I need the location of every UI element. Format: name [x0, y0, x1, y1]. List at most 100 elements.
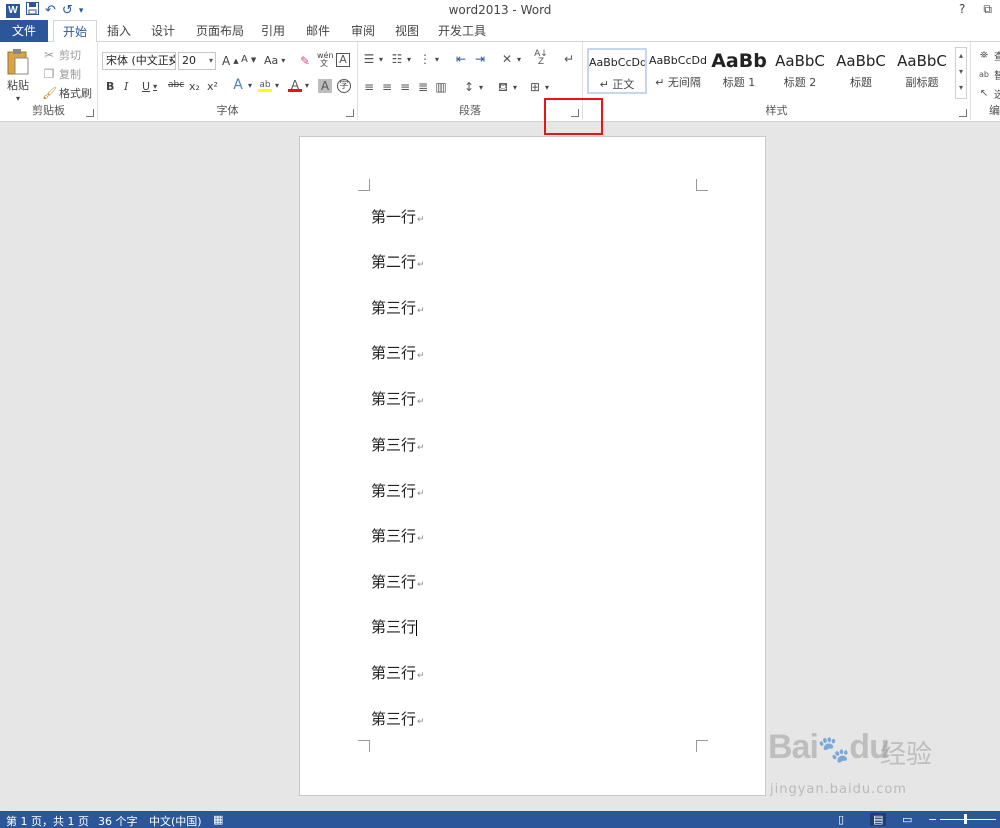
- tab-mailings[interactable]: 邮件: [298, 20, 338, 42]
- font-name-select[interactable]: 宋体 (中文正文 ▾: [102, 52, 176, 70]
- paste-button[interactable]: 粘贴 ▾: [6, 48, 30, 103]
- character-shading-button[interactable]: A: [318, 79, 332, 93]
- character-border-icon: A: [336, 53, 350, 67]
- zoom-slider[interactable]: [940, 819, 996, 820]
- style-title[interactable]: AaBbC 标题: [831, 48, 891, 94]
- tab-page-layout[interactable]: 页面布局: [190, 20, 250, 42]
- cursor-icon: ↖: [979, 87, 989, 99]
- tab-design[interactable]: 设计: [144, 20, 182, 42]
- print-layout-icon[interactable]: ▤: [870, 813, 887, 826]
- character-border-button[interactable]: A: [336, 53, 350, 67]
- style-subtitle[interactable]: AaBbC 副标题: [892, 48, 952, 94]
- phonetic-guide-button[interactable]: wén 文: [317, 52, 334, 68]
- borders-button[interactable]: ⊞ ▾: [528, 80, 549, 94]
- justify-button[interactable]: ≣: [416, 80, 430, 94]
- tab-review[interactable]: 审阅: [344, 20, 382, 42]
- subscript-button[interactable]: x₂: [189, 80, 200, 93]
- distributed-button[interactable]: ▥: [434, 80, 448, 94]
- tab-developer[interactable]: 开发工具: [434, 20, 490, 42]
- bullets-button[interactable]: ☰ ▾: [362, 52, 383, 66]
- format-painter-button[interactable]: 🖌 格式刷: [42, 85, 92, 101]
- style-heading-2[interactable]: AaBbC 标题 2: [770, 48, 830, 94]
- tab-file[interactable]: 文件: [0, 20, 48, 42]
- styles-launcher-icon[interactable]: [959, 109, 967, 117]
- select-button[interactable]: ↖ 选: [977, 86, 1000, 102]
- ribbon-display-options-icon[interactable]: ⧉: [983, 2, 992, 17]
- document-paragraph[interactable]: 第三行↵: [371, 708, 425, 729]
- document-paragraph[interactable]: 第三行↵: [371, 388, 425, 409]
- document-paragraph[interactable]: 第三行↵: [371, 342, 425, 363]
- tab-view[interactable]: 视图: [388, 20, 426, 42]
- read-mode-icon[interactable]: ▯: [838, 813, 844, 826]
- chinese-layout-button[interactable]: ✕ ▾: [500, 52, 521, 66]
- grow-font-button[interactable]: A ▲: [222, 54, 239, 68]
- document-page[interactable]: 第一行↵ 第二行↵ 第三行↵ 第三行↵ 第三行↵ 第三行↵ 第三行↵ 第三行↵ …: [299, 136, 766, 796]
- enclose-characters-button[interactable]: 字: [337, 79, 351, 93]
- font-launcher-icon[interactable]: [346, 109, 354, 117]
- document-paragraph[interactable]: 第一行↵: [371, 206, 425, 227]
- document-paragraph[interactable]: 第三行: [371, 616, 418, 637]
- styles-gallery-scroll[interactable]: ▴ ▾ ▾: [955, 47, 967, 99]
- underline-icon: U: [142, 80, 151, 93]
- style-normal[interactable]: AaBbCcDd ↵ 正文: [587, 48, 647, 94]
- document-paragraph[interactable]: 第三行↵: [371, 480, 425, 501]
- style-heading-1[interactable]: AaBb 标题 1: [709, 48, 769, 94]
- superscript-button[interactable]: x²: [207, 80, 218, 93]
- cut-button[interactable]: ✂ 剪切: [42, 47, 81, 63]
- shading-button[interactable]: ⛾ ▾: [496, 80, 517, 94]
- zoom-out-icon[interactable]: −: [928, 813, 937, 826]
- decrease-indent-button[interactable]: ⇤: [454, 52, 468, 66]
- replace-button[interactable]: ab 替: [977, 67, 1000, 83]
- tab-home[interactable]: 开始: [53, 20, 97, 43]
- decrease-indent-icon: ⇤: [455, 52, 467, 66]
- paragraph-text: 第三行: [371, 299, 417, 317]
- show-hide-marks-button[interactable]: ↵: [562, 52, 576, 66]
- document-paragraph[interactable]: 第三行↵: [371, 297, 425, 318]
- word-count[interactable]: 36 个字: [98, 813, 138, 828]
- shrink-font-button[interactable]: A ▼: [241, 54, 256, 65]
- document-paragraph[interactable]: 第三行↵: [371, 525, 425, 546]
- copy-button[interactable]: ❐ 复制: [42, 66, 81, 82]
- language-indicator[interactable]: 中文(中国): [149, 813, 202, 828]
- font-size-select[interactable]: 20 ▾: [178, 52, 216, 70]
- align-right-button[interactable]: ≡: [398, 80, 412, 94]
- underline-button[interactable]: U ▾: [142, 80, 157, 93]
- document-paragraph[interactable]: 第二行↵: [371, 251, 425, 272]
- paragraph-mark-icon: ↵: [417, 443, 425, 453]
- italic-button[interactable]: I: [124, 80, 128, 93]
- multilevel-list-button[interactable]: ⋮ ▾: [418, 52, 439, 66]
- line-spacing-button[interactable]: ↕ ▾: [462, 80, 483, 94]
- increase-indent-button[interactable]: ⇥: [473, 52, 487, 66]
- chevron-down-icon[interactable]: ▾: [956, 64, 966, 80]
- align-center-button[interactable]: ≡: [380, 80, 394, 94]
- proofing-icon[interactable]: ▦: [213, 813, 223, 826]
- baidu-watermark: Bai🐾du 经验 jingyan.baidu.com: [768, 718, 948, 808]
- zoom-slider-handle[interactable]: [964, 814, 967, 824]
- bold-button[interactable]: B: [106, 80, 114, 93]
- highlight-button[interactable]: ab ▾: [258, 78, 279, 92]
- tab-references[interactable]: 引用: [255, 20, 291, 42]
- page-count[interactable]: 第 1 页，共 1 页: [6, 813, 89, 828]
- document-paragraph[interactable]: 第三行↵: [371, 434, 425, 455]
- text-effects-button[interactable]: A ▾: [231, 78, 252, 92]
- clear-formatting-button[interactable]: ✎: [298, 54, 312, 68]
- align-left-button[interactable]: ≡: [362, 80, 376, 94]
- find-button[interactable]: ⛯ 查: [977, 48, 1000, 64]
- bullet-list-icon: ☰: [363, 52, 375, 66]
- strikethrough-button[interactable]: abc: [168, 80, 184, 90]
- justify-icon: ≣: [417, 80, 429, 94]
- change-case-button[interactable]: Aa ▾: [264, 54, 285, 67]
- style-no-spacing[interactable]: AaBbCcDd ↵ 无间隔: [648, 48, 708, 94]
- font-color-button[interactable]: A ▾: [288, 78, 309, 92]
- more-styles-icon[interactable]: ▾: [956, 80, 966, 96]
- tab-insert[interactable]: 插入: [100, 20, 138, 42]
- numbering-button[interactable]: ☷ ▾: [390, 52, 411, 66]
- help-button[interactable]: ?: [959, 2, 965, 17]
- document-paragraph[interactable]: 第三行↵: [371, 662, 425, 683]
- chevron-up-icon[interactable]: ▴: [956, 48, 966, 64]
- web-layout-icon[interactable]: ▭: [902, 813, 912, 826]
- clipboard-launcher-icon[interactable]: [86, 109, 94, 117]
- document-paragraph[interactable]: 第三行↵: [371, 571, 425, 592]
- sort-button[interactable]: A↓ Z: [534, 50, 548, 67]
- paragraph-text: 第一行: [371, 208, 417, 226]
